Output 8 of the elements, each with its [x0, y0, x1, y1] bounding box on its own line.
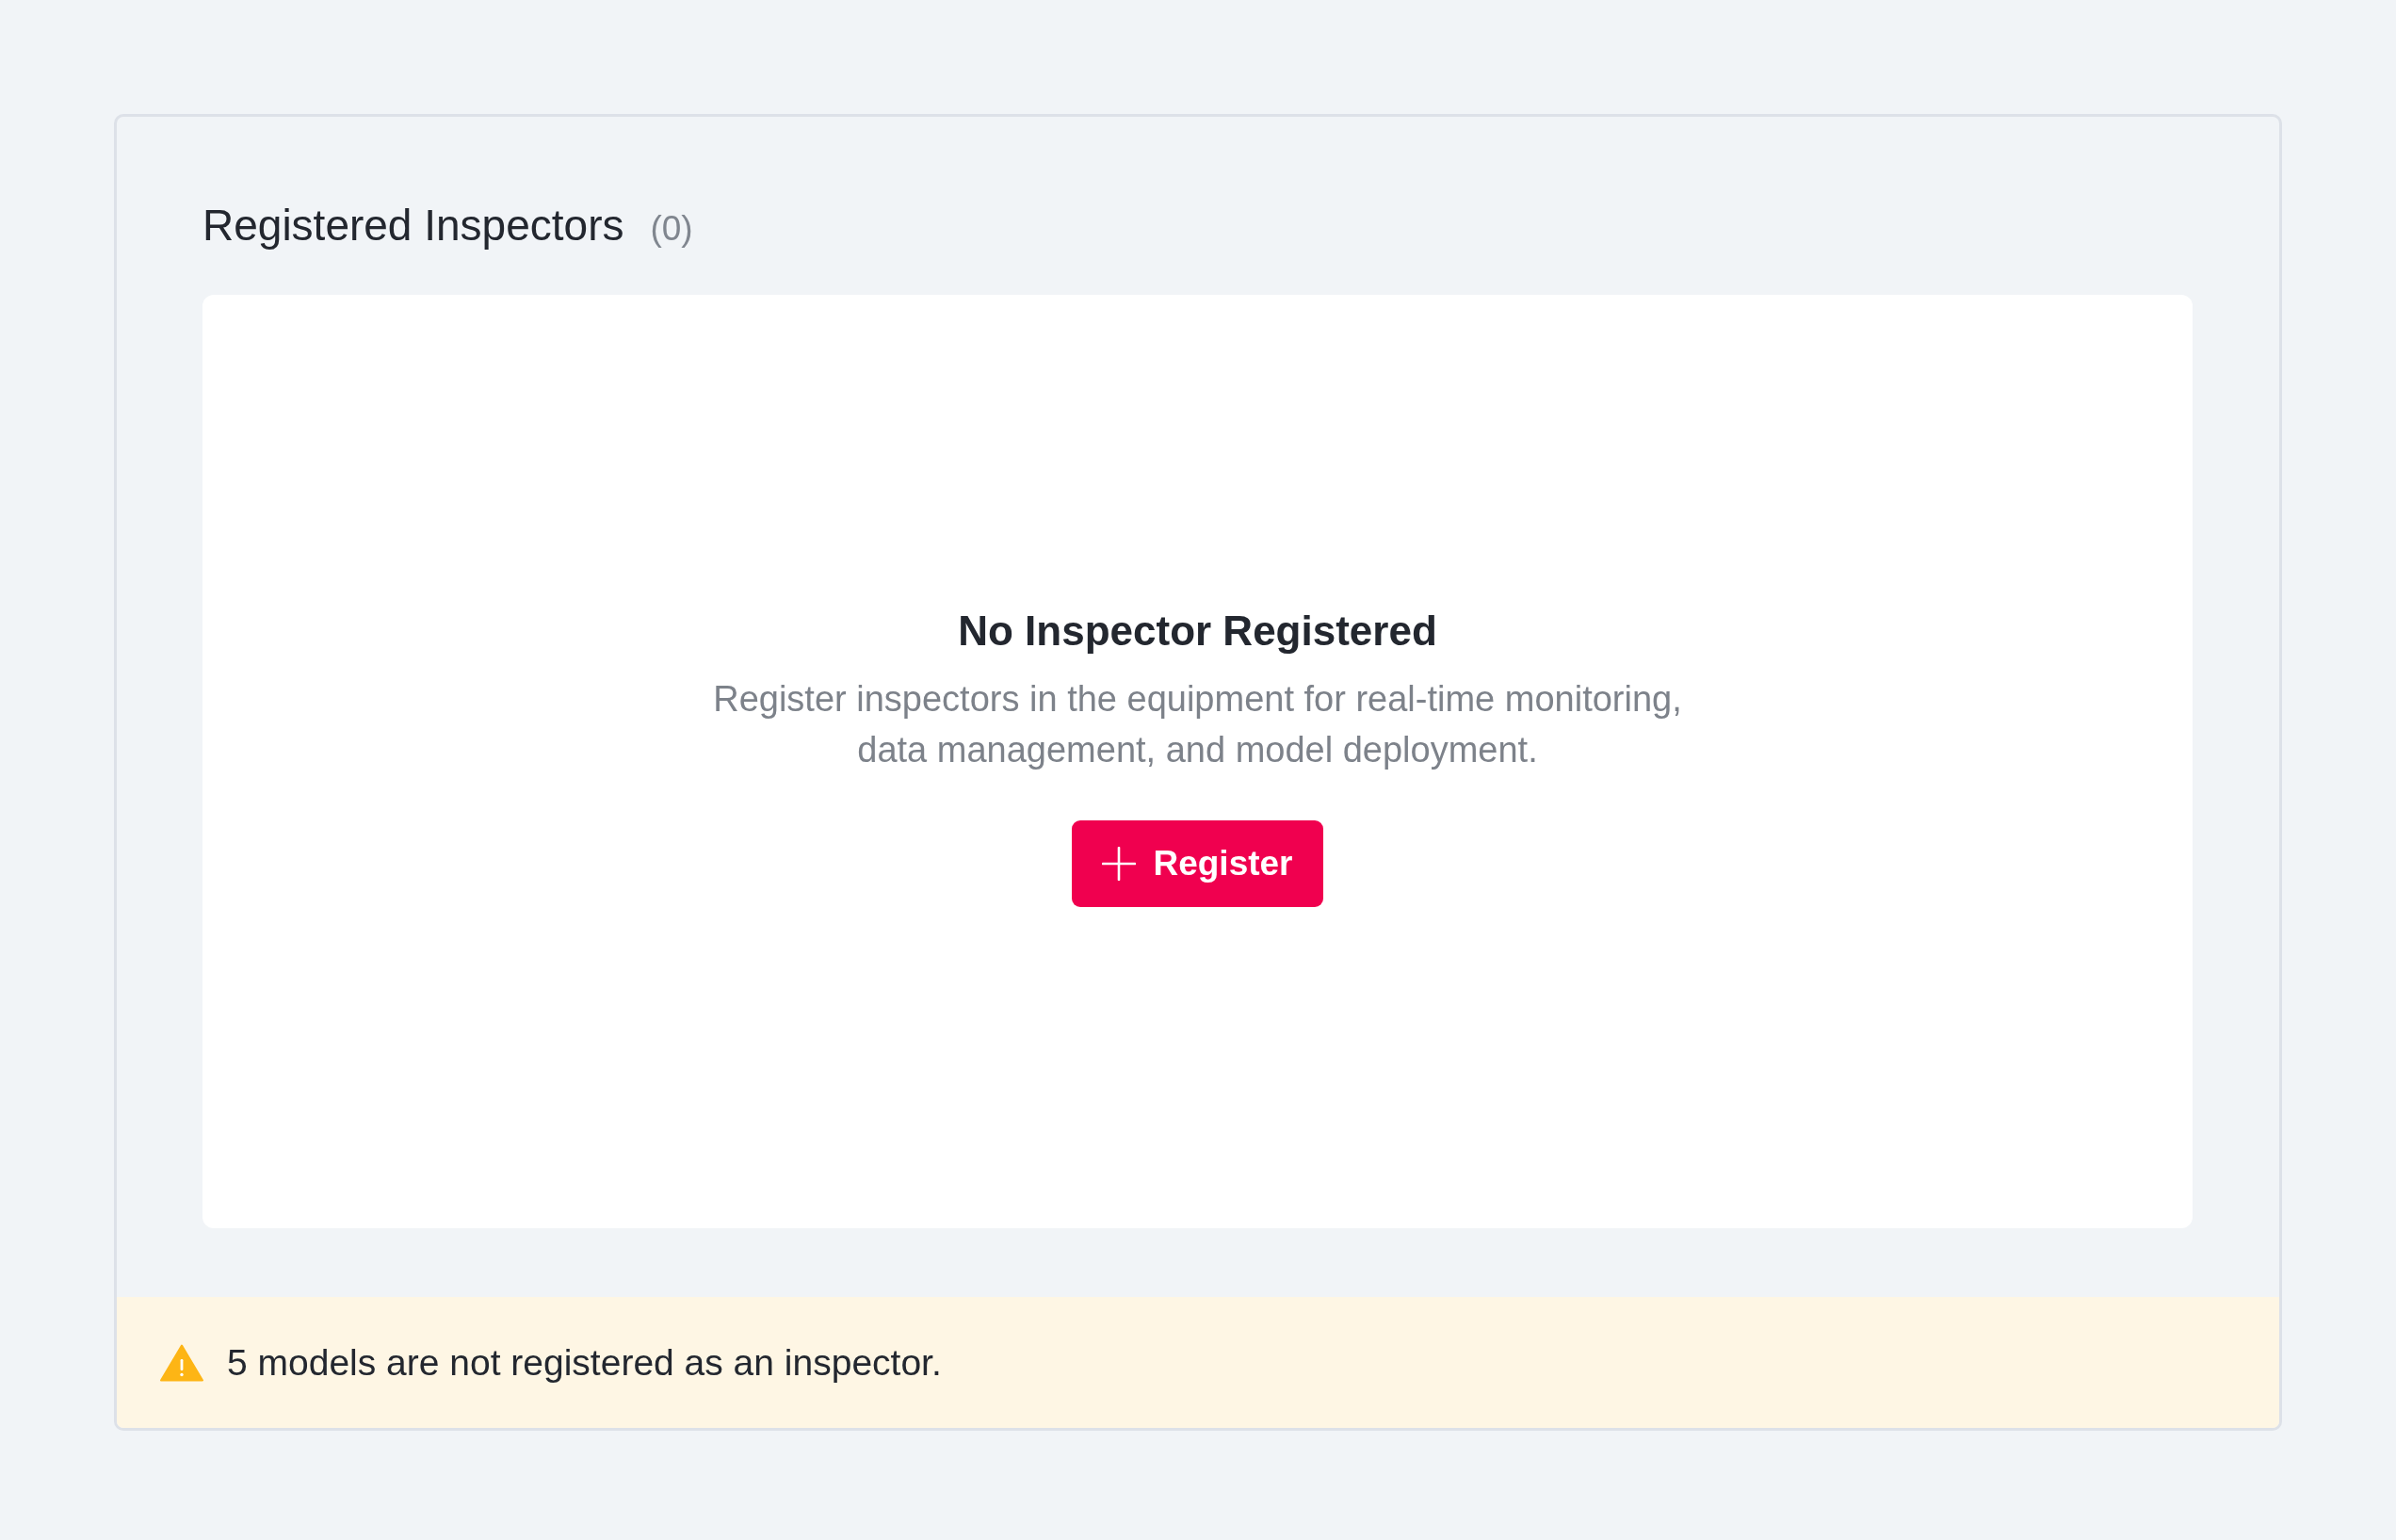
section-title: Registered Inspectors: [202, 200, 624, 251]
plus-icon: [1102, 847, 1137, 882]
inspector-count: (0): [650, 209, 693, 249]
warning-message: 5 models are not registered as an inspector.: [227, 1341, 942, 1384]
register-button[interactable]: Register: [1072, 820, 1323, 908]
empty-state-description: Register inspectors in the equipment for real-time monitoring, data management, and model deployment.: [712, 678, 1683, 772]
empty-state-title: No Inspector Registered: [958, 607, 1437, 657]
warning-icon: [160, 1343, 203, 1382]
